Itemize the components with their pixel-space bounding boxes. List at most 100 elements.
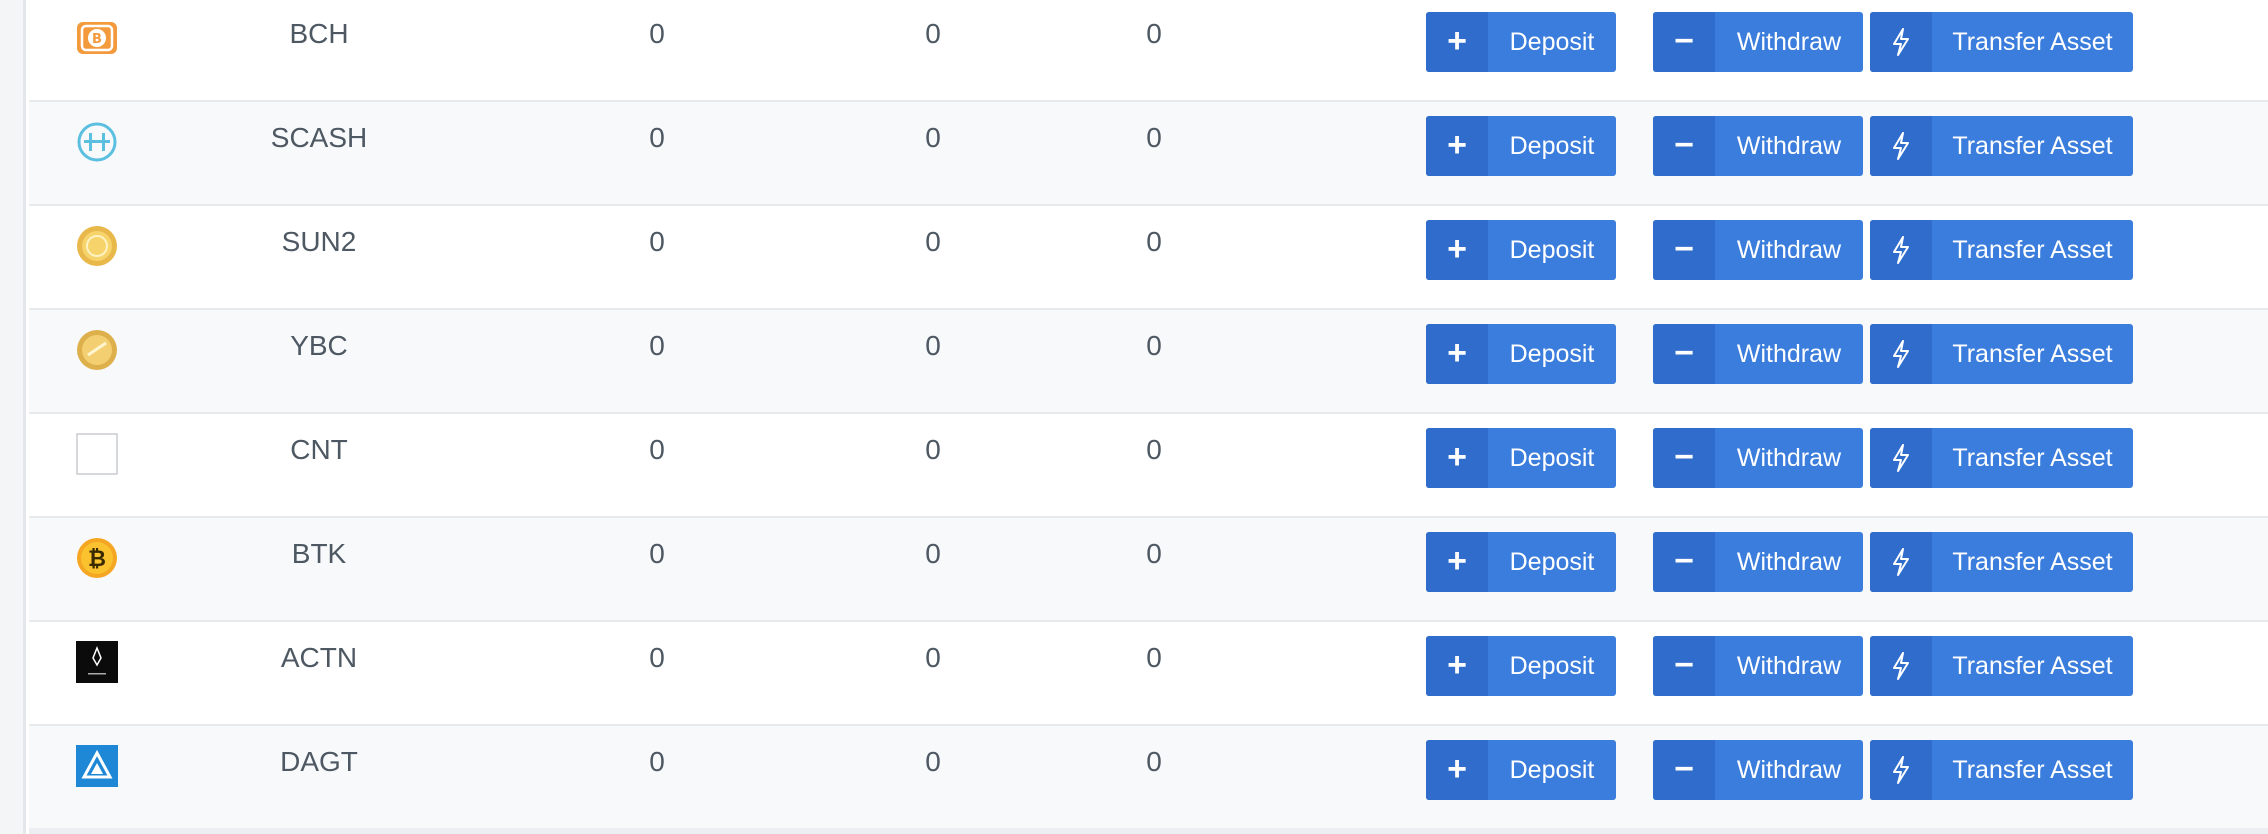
balance-value: 0 [925,330,941,361]
withdraw-label: Withdraw [1736,28,1842,56]
asset-symbol: SUN2 [281,226,357,257]
withdraw-button[interactable]: − Withdraw [1653,636,1863,696]
withdraw-button[interactable]: − Withdraw [1653,428,1863,488]
balance-value: 0 [649,122,665,153]
asset-symbol: ACTN [280,642,358,673]
table-row: ₿ BTK 0 0 0 + Deposit − Withdraw Transfer … [29,518,2268,622]
deposit-label: Deposit [1509,28,1595,56]
lightning-icon [1870,220,1932,280]
balance-value: 0 [649,226,665,257]
table-row: SUN2 0 0 0 + Deposit − Withdraw Transfer A… [29,206,2268,310]
transfer-asset-button[interactable]: Transfer Asset [1870,532,2133,592]
transfer-label: Transfer Asset [1952,28,2113,56]
balance-value: 0 [925,538,941,569]
deposit-button[interactable]: + Deposit [1426,324,1616,384]
withdraw-button[interactable]: − Withdraw [1653,532,1863,592]
transfer-label: Transfer Asset [1952,132,2113,160]
balance-value: 0 [925,434,941,465]
minus-icon: − [1653,532,1715,592]
table-bottom-border [29,828,2268,834]
svg-text:₿: ₿ [88,547,106,572]
table-row: B BCH 0 0 0 + Deposit − Withdraw Transfer … [29,0,2268,102]
btk-icon: ₿ [76,537,118,579]
withdraw-label: Withdraw [1736,132,1842,160]
ybc-icon [76,329,118,371]
transfer-asset-button[interactable]: Transfer Asset [1870,220,2133,280]
withdraw-label: Withdraw [1736,652,1842,680]
table-row: YBC 0 0 0 + Deposit − Withdraw Transfer As… [29,310,2268,414]
plus-icon: + [1426,740,1488,800]
transfer-label: Transfer Asset [1952,340,2113,368]
withdraw-label: Withdraw [1736,444,1842,472]
lightning-icon [1870,116,1932,176]
plus-icon: + [1426,428,1488,488]
table-row: CNT 0 0 0 + Deposit − Withdraw Transfer As… [29,414,2268,518]
deposit-label: Deposit [1509,340,1595,368]
balance-value: 0 [649,746,665,777]
balance-value: 0 [1146,538,1162,569]
transfer-asset-button[interactable]: Transfer Asset [1870,428,2133,488]
withdraw-label: Withdraw [1736,756,1842,784]
deposit-label: Deposit [1509,652,1595,680]
transfer-asset-button[interactable]: Transfer Asset [1870,116,2133,176]
transfer-label: Transfer Asset [1952,444,2113,472]
asset-symbol: YBC [290,330,348,361]
actn-icon [76,641,118,683]
lightning-icon [1870,636,1932,696]
balance-value: 0 [649,330,665,361]
plus-icon: + [1426,532,1488,592]
minus-icon: − [1653,116,1715,176]
withdraw-button[interactable]: − Withdraw [1653,324,1863,384]
withdraw-button[interactable]: − Withdraw [1653,740,1863,800]
table-row: SCASH 0 0 0 + Deposit − Withdraw Transfer … [29,102,2268,206]
asset-symbol: CNT [290,434,348,465]
transfer-asset-button[interactable]: Transfer Asset [1870,12,2133,72]
left-sidebar-edge [0,0,26,834]
lightning-icon [1870,740,1932,800]
withdraw-button[interactable]: − Withdraw [1653,12,1863,72]
balance-value: 0 [1146,226,1162,257]
balance-value: 0 [1146,434,1162,465]
plus-icon: + [1426,324,1488,384]
svg-text:B: B [92,32,102,47]
withdraw-button[interactable]: − Withdraw [1653,220,1863,280]
deposit-label: Deposit [1509,236,1595,264]
transfer-label: Transfer Asset [1952,236,2113,264]
minus-icon: − [1653,428,1715,488]
balance-value: 0 [1146,330,1162,361]
asset-symbol: BCH [289,18,349,49]
table-row: DAGT 0 0 0 + Deposit − Withdraw Transfer A… [29,726,2268,830]
deposit-button[interactable]: + Deposit [1426,740,1616,800]
cnt-icon [76,433,118,475]
balance-value: 0 [1146,122,1162,153]
lightning-icon [1870,428,1932,488]
transfer-label: Transfer Asset [1952,548,2113,576]
deposit-button[interactable]: + Deposit [1426,636,1616,696]
withdraw-button[interactable]: − Withdraw [1653,116,1863,176]
balance-value: 0 [1146,746,1162,777]
balance-value: 0 [925,18,941,49]
balance-value: 0 [1146,642,1162,673]
table-row: ACTN 0 0 0 + Deposit − Withdraw Transfer A… [29,622,2268,726]
balance-value: 0 [649,18,665,49]
balance-value: 0 [925,122,941,153]
minus-icon: − [1653,324,1715,384]
deposit-button[interactable]: + Deposit [1426,532,1616,592]
dagt-icon [76,745,118,787]
lightning-icon [1870,324,1932,384]
balance-value: 0 [1146,18,1162,49]
transfer-asset-button[interactable]: Transfer Asset [1870,636,2133,696]
bch-icon: B [76,17,118,59]
asset-table: B BCH 0 0 0 + Deposit − Withdraw Transfer … [29,0,2268,834]
deposit-button[interactable]: + Deposit [1426,116,1616,176]
deposit-label: Deposit [1509,444,1595,472]
deposit-button[interactable]: + Deposit [1426,220,1616,280]
deposit-button[interactable]: + Deposit [1426,12,1616,72]
transfer-asset-button[interactable]: Transfer Asset [1870,324,2133,384]
sun2-icon [76,225,118,267]
balance-value: 0 [925,642,941,673]
minus-icon: − [1653,12,1715,72]
deposit-button[interactable]: + Deposit [1426,428,1616,488]
withdraw-label: Withdraw [1736,236,1842,264]
transfer-asset-button[interactable]: Transfer Asset [1870,740,2133,800]
